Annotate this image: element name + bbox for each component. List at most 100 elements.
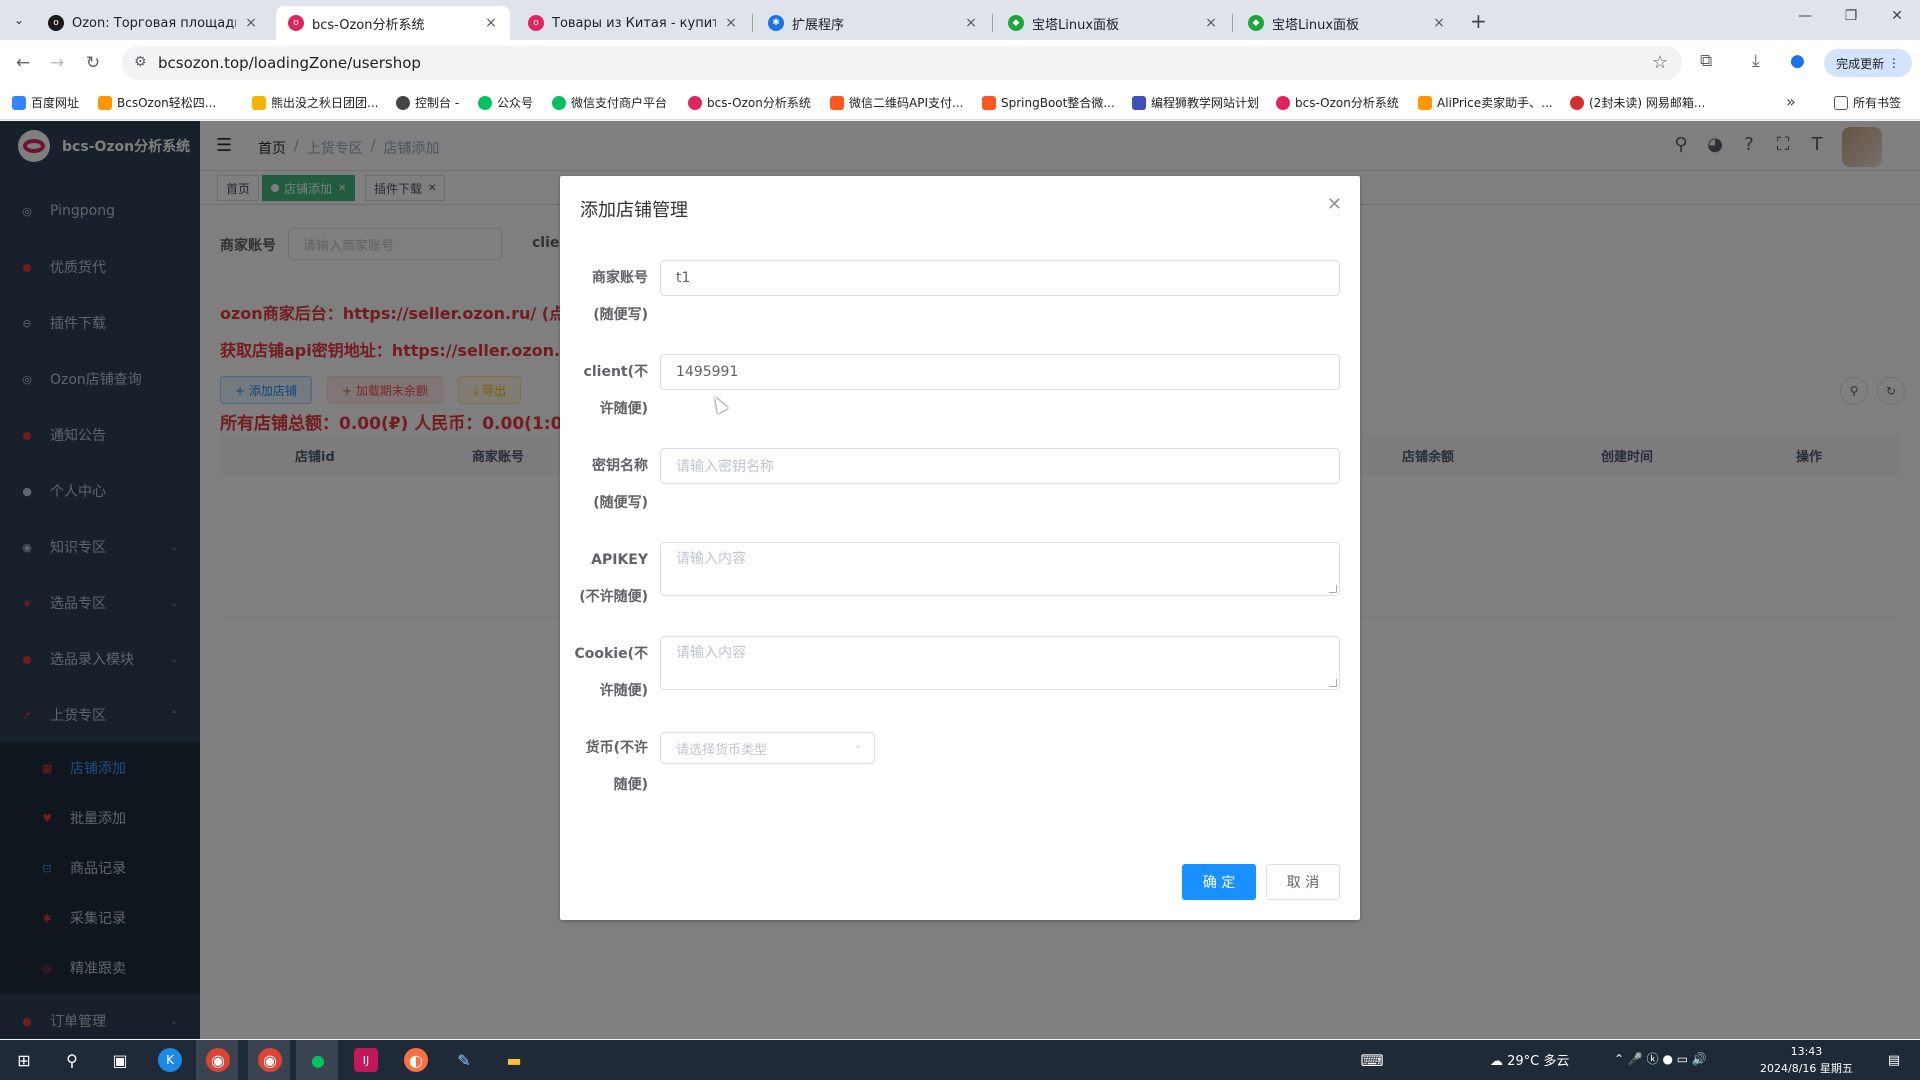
close-icon[interactable]: × — [242, 15, 260, 31]
clock[interactable]: 13:43 2024/8/16 星期五 — [1760, 1043, 1853, 1077]
field-label-merchant: 商家账号 (随便写) — [592, 270, 648, 323]
all-bookmarks[interactable]: 所有书签 — [1834, 94, 1901, 111]
bookmark-icon — [830, 95, 844, 110]
chrome-icon[interactable]: ◉ — [258, 1048, 282, 1072]
close-icon[interactable]: × — [1202, 15, 1220, 31]
bookmark-icon — [98, 95, 112, 110]
forward-icon[interactable]: → — [46, 52, 68, 74]
add-shop-dialog: 添加店铺管理 ✕ 商家账号 (随便写) t1 client(不 许随便) 14959… — [560, 176, 1360, 920]
file-explorer-icon[interactable]: ▬ — [502, 1048, 526, 1072]
apikey-textarea[interactable]: 请输入内容 — [660, 542, 1340, 596]
shield-icon: ◆ — [1248, 15, 1264, 31]
bookmark-item[interactable]: 公众号 — [478, 94, 533, 111]
merchant-account-input[interactable]: t1 — [660, 260, 1340, 296]
bookmark-item[interactable]: bcs-Ozon分析系统 — [1276, 94, 1399, 111]
bookmark-item[interactable]: SpringBoot整合微... — [982, 94, 1115, 111]
baidu-icon — [12, 95, 26, 110]
notification-icon[interactable]: ▤ — [1882, 1048, 1906, 1072]
tab-search-icon[interactable]: ⌄ — [8, 9, 30, 31]
bookmarks-bar: 百度网址 BcsOzon轻松四... 熊出没之秋日团团... 控制台 - 公众号… — [0, 86, 1920, 120]
dialog-title: 添加店铺管理 — [580, 200, 688, 221]
bookmark-icon — [982, 95, 996, 110]
field-label-cookie: Cookie(不 许随便) — [574, 646, 648, 699]
tray-icons[interactable]: ⌃ 🎤 ⓚ ● ▭ 🔊 — [1614, 1050, 1707, 1067]
minimize-icon[interactable]: — — [1790, 8, 1820, 24]
folder-icon — [1834, 95, 1848, 110]
bookmark-item[interactable]: bcs-Ozon分析系统 — [688, 94, 811, 111]
reload-icon[interactable]: ↻ — [82, 52, 104, 74]
ozon-icon: o — [288, 15, 304, 31]
field-label-client: client(不 许随便) — [583, 364, 648, 417]
chevron-down-icon: ⌄ — [853, 740, 862, 751]
close-icon[interactable]: × — [962, 15, 980, 31]
cookie-textarea[interactable]: 请输入内容 — [660, 636, 1340, 690]
resize-handle[interactable] — [1329, 679, 1337, 687]
bookmark-item[interactable]: BcsOzon轻松四... — [98, 94, 216, 111]
bookmark-item[interactable]: 编程狮教学网站计划 — [1132, 94, 1259, 111]
key-name-input[interactable]: 请输入密钥名称 — [660, 448, 1340, 484]
site-info-icon[interactable]: ⚙ — [134, 54, 147, 70]
bookmark-item[interactable]: 控制台 - — [396, 94, 459, 111]
tab-china-goods[interactable]: o Товары из Китая - купить К × — [516, 6, 750, 40]
app-icon[interactable]: ◐ — [404, 1048, 428, 1072]
wechat-icon[interactable]: ● — [306, 1048, 330, 1072]
resize-handle[interactable] — [1329, 585, 1337, 593]
bookmark-item[interactable]: 百度网址 — [12, 94, 79, 111]
profile-icon[interactable]: ● — [1790, 51, 1805, 71]
notepad-icon[interactable]: ✎ — [452, 1048, 476, 1072]
bookmark-star-icon[interactable]: ☆ — [1652, 52, 1668, 73]
keyboard-icon[interactable]: ⌨ — [1360, 1048, 1384, 1072]
bookmark-item[interactable]: 熊出没之秋日团团... — [252, 94, 378, 111]
tab-ozon[interactable]: o Ozon: Торговая площадка × — [36, 6, 270, 40]
extensions-icon[interactable]: ⧉ — [1700, 51, 1712, 71]
close-icon[interactable]: × — [1430, 15, 1448, 31]
close-window-icon[interactable]: ✕ — [1882, 8, 1912, 24]
app-k-icon[interactable]: K — [158, 1048, 182, 1072]
tab-bcs-ozon[interactable]: o bcs-Ozon分析系统 × — [276, 6, 510, 40]
puzzle-icon: ✱ — [768, 15, 784, 31]
chrome-icon[interactable]: ◉ — [206, 1048, 230, 1072]
shield-icon: ◆ — [1008, 15, 1024, 31]
wechat-icon — [478, 95, 492, 110]
ozon-icon: o — [528, 15, 544, 31]
bookmark-item[interactable]: 微信支付商户平台 — [552, 94, 667, 111]
new-tab-icon[interactable]: + — [1470, 9, 1487, 33]
field-label-apikey: APIKEY (不许随便) — [579, 552, 648, 605]
cancel-button[interactable]: 取 消 — [1266, 864, 1340, 900]
field-label-currency: 货币(不许 随便) — [585, 740, 648, 793]
client-id-input[interactable]: 1495991 — [660, 354, 1340, 390]
bookmark-item[interactable]: AliPrice卖家助手、... — [1418, 94, 1553, 111]
wechat-pay-icon — [552, 95, 566, 110]
bookmark-item[interactable]: 微信二维码API支付... — [830, 94, 963, 111]
tab-baota-2[interactable]: ◆ 宝塔Linux面板 × — [1236, 6, 1458, 40]
update-button[interactable]: 完成更新 ⋮ — [1824, 49, 1912, 77]
console-icon — [396, 95, 410, 110]
weather-widget[interactable]: ☁ 29°C 多云 — [1490, 1050, 1569, 1069]
search-icon[interactable]: ⚲ — [60, 1048, 84, 1072]
browser-nav-bar: ← → ↻ ⚙ bcsozon.top/loadingZone/usershop… — [0, 40, 1920, 86]
ozon-icon — [688, 95, 702, 110]
url-text[interactable]: bcsozon.top/loadingZone/usershop — [158, 54, 421, 72]
close-icon[interactable]: ✕ — [1327, 194, 1342, 215]
currency-select[interactable]: 请选择货币类型 ⌄ — [660, 732, 875, 764]
download-icon[interactable]: ⤓ — [1752, 51, 1760, 71]
address-bar[interactable]: ⚙ bcsozon.top/loadingZone/usershop ☆ — [122, 46, 1682, 80]
restore-icon[interactable]: ❐ — [1836, 8, 1866, 24]
windows-start-icon[interactable]: ⊞ — [12, 1048, 36, 1072]
more-bookmarks-icon[interactable]: » — [1786, 92, 1796, 111]
intellij-icon[interactable]: IJ — [354, 1048, 378, 1072]
taskbar: ⊞ ⚲ ▣ K ◉ ◉ ● IJ ◐ ✎ ▬ ⌨ ☁ 29°C 多云 ⌃ 🎤 ⓚ… — [0, 1040, 1920, 1080]
back-icon[interactable]: ← — [12, 52, 34, 74]
close-icon[interactable]: × — [722, 15, 740, 31]
browser-tab-bar: ⌄ o Ozon: Торговая площадка × o bcs-Ozon… — [0, 0, 1920, 40]
bookmark-icon — [1418, 95, 1432, 110]
ozon-icon: o — [48, 15, 64, 31]
tab-baota-1[interactable]: ◆ 宝塔Linux面板 × — [996, 6, 1230, 40]
bookmark-icon — [252, 95, 266, 110]
ozon-icon — [1276, 95, 1290, 110]
close-icon[interactable]: × — [482, 15, 500, 31]
task-view-icon[interactable]: ▣ — [108, 1048, 132, 1072]
tab-extensions[interactable]: ✱ 扩展程序 × — [756, 6, 990, 40]
confirm-button[interactable]: 确 定 — [1182, 864, 1256, 900]
bookmark-item[interactable]: (2封未读) 网易邮箱... — [1570, 94, 1705, 111]
